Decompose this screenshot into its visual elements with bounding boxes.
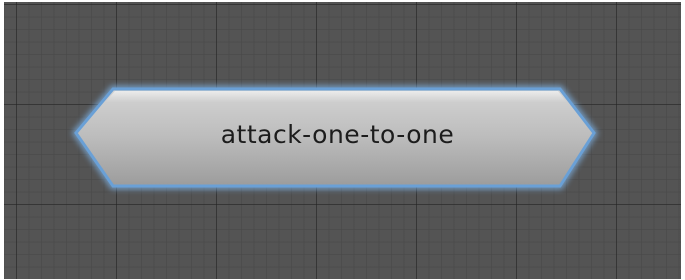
graph-node-attack-one-to-one[interactable]: attack-one-to-one: [70, 80, 605, 192]
node-label: attack-one-to-one: [220, 119, 455, 149]
graph-canvas[interactable]: attack-one-to-one: [4, 2, 681, 279]
